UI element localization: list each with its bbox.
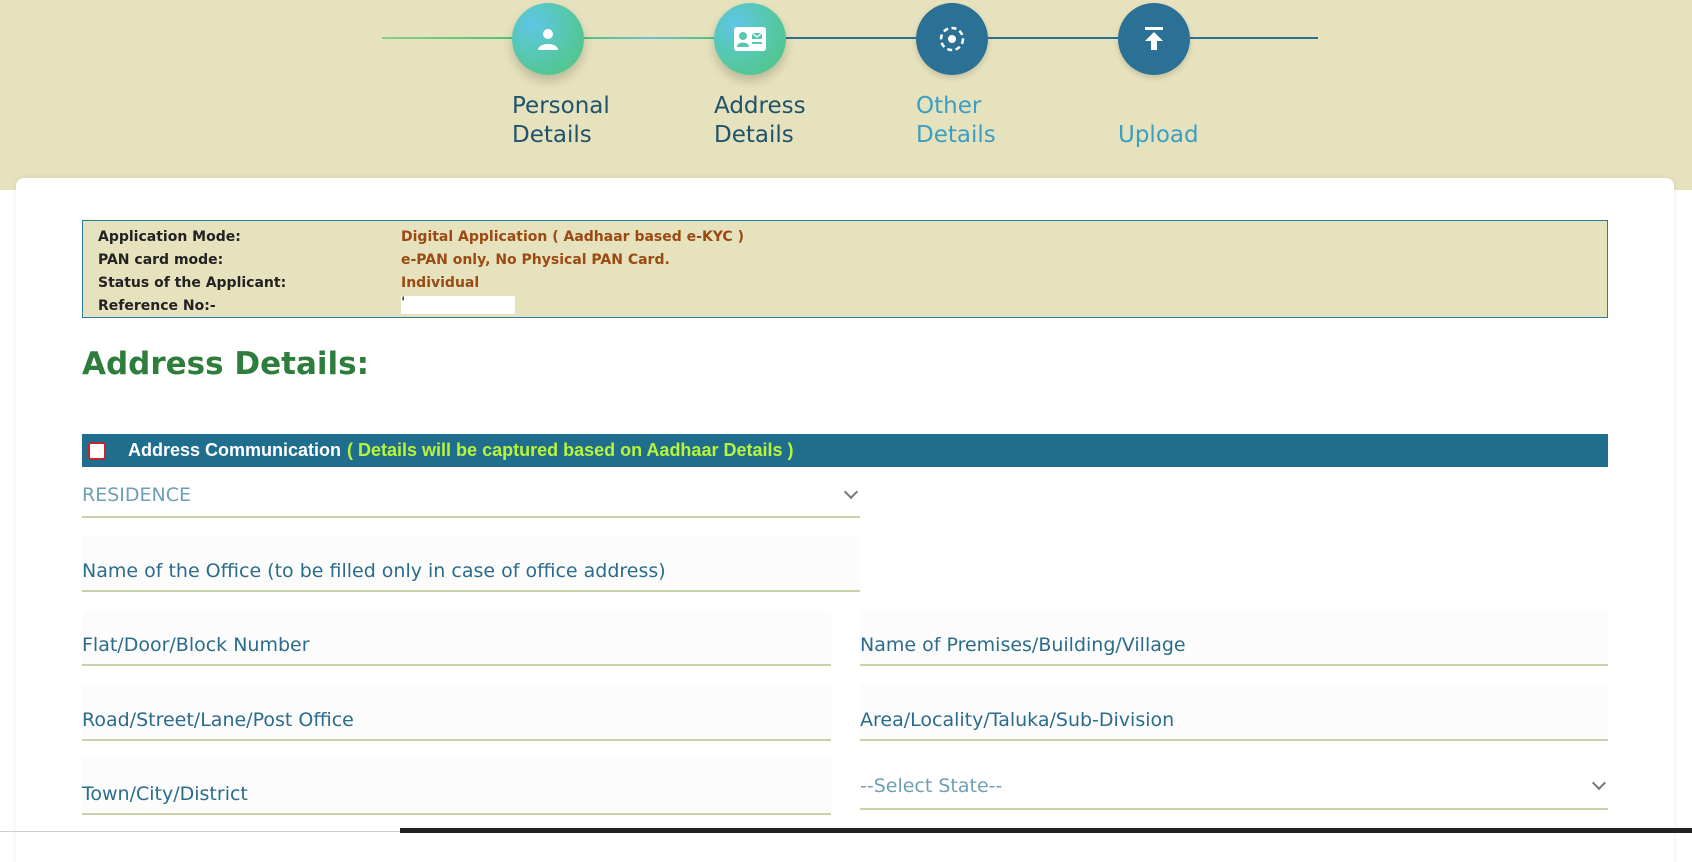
stepper-line-done-2 [584,37,714,39]
application-info-box: Application Mode: Digital Application ( … [82,220,1608,318]
step-circle [1118,3,1190,75]
area-field[interactable]: Area/Locality/Taluka/Sub-Division [860,684,1608,741]
step-circle [714,3,786,75]
info-value: Individual [401,275,480,291]
step-circle [512,3,584,75]
field-placeholder: Name of the Office (to be filled only in… [82,560,666,582]
page-title: Address Details: [82,346,369,382]
stepper-line-done-1 [382,37,512,39]
field-placeholder: Road/Street/Lane/Post Office [82,709,354,731]
info-key: PAN card mode: [98,252,224,268]
info-row-reference-no: Reference No:- ' [83,295,1607,318]
stepper-line-pending-1 [786,37,916,39]
flat-number-field[interactable]: Flat/Door/Block Number [82,610,831,666]
step-label-line2: Details [916,122,996,148]
step-label: Address Details [714,92,914,150]
step-label: Other Details [916,92,1116,150]
info-key: Status of the Applicant: [98,275,287,291]
field-placeholder: Area/Locality/Taluka/Sub-Division [860,709,1175,731]
address-communication-note: ( Details will be captured based on Aadh… [347,440,794,460]
info-value: ' [401,295,406,311]
address-communication-label: Address Communication [128,440,342,460]
office-name-field[interactable]: Name of the Office (to be filled only in… [82,536,860,592]
step-label: Personal Details [512,92,712,150]
chevron-down-icon [843,484,859,500]
address-type-select[interactable]: RESIDENCE [82,474,860,518]
town-field[interactable]: Town/City/District [82,758,831,815]
reference-number-redacted [401,296,515,314]
horizontal-scrollbar[interactable] [400,828,1692,833]
address-communication-bar: Address Communication ( Details will be … [82,434,1608,467]
state-select[interactable]: --Select State-- [860,764,1608,810]
step-label-line1: Other [916,93,982,119]
info-row-applicant-status: Status of the Applicant: Individual [83,272,1607,295]
stepper-line-pending-2 [988,37,1118,39]
premises-field[interactable]: Name of Premises/Building/Village [860,610,1608,666]
select-value: RESIDENCE [82,484,191,506]
step-label-line2: Upload [1118,122,1199,148]
progress-header: Personal Details Address Details Other D… [0,0,1692,190]
info-row-application-mode: Application Mode: Digital Application ( … [83,226,1607,249]
road-field[interactable]: Road/Street/Lane/Post Office [82,684,831,741]
info-key: Reference No:- [98,298,216,314]
upload-icon [1145,27,1163,50]
step-label-line2: Details [714,122,794,148]
field-placeholder: Town/City/District [82,783,248,805]
info-value: e-PAN only, No Physical PAN Card. [401,252,670,268]
info-key: Application Mode: [98,229,241,245]
step-label-line1: Address [714,93,806,119]
dashed-circle-icon [939,26,965,52]
select-value: --Select State-- [860,775,1003,797]
info-value: Digital Application ( Aadhaar based e-KY… [401,229,744,245]
step-label-line1: Personal [512,93,610,119]
id-card-icon [734,27,766,51]
info-row-pan-mode: PAN card mode: e-PAN only, No Physical P… [83,249,1607,272]
step-label-line1 [1118,92,1318,121]
step-circle [916,3,988,75]
field-placeholder: Flat/Door/Block Number [82,634,310,656]
step-label: Upload [1118,92,1318,150]
step-label-line2: Details [512,122,592,148]
chevron-down-icon [1591,775,1607,791]
person-icon [538,29,558,50]
address-communication-checkbox[interactable] [88,441,106,460]
stepper-line-pending-3 [1190,37,1318,39]
field-placeholder: Name of Premises/Building/Village [860,634,1186,656]
